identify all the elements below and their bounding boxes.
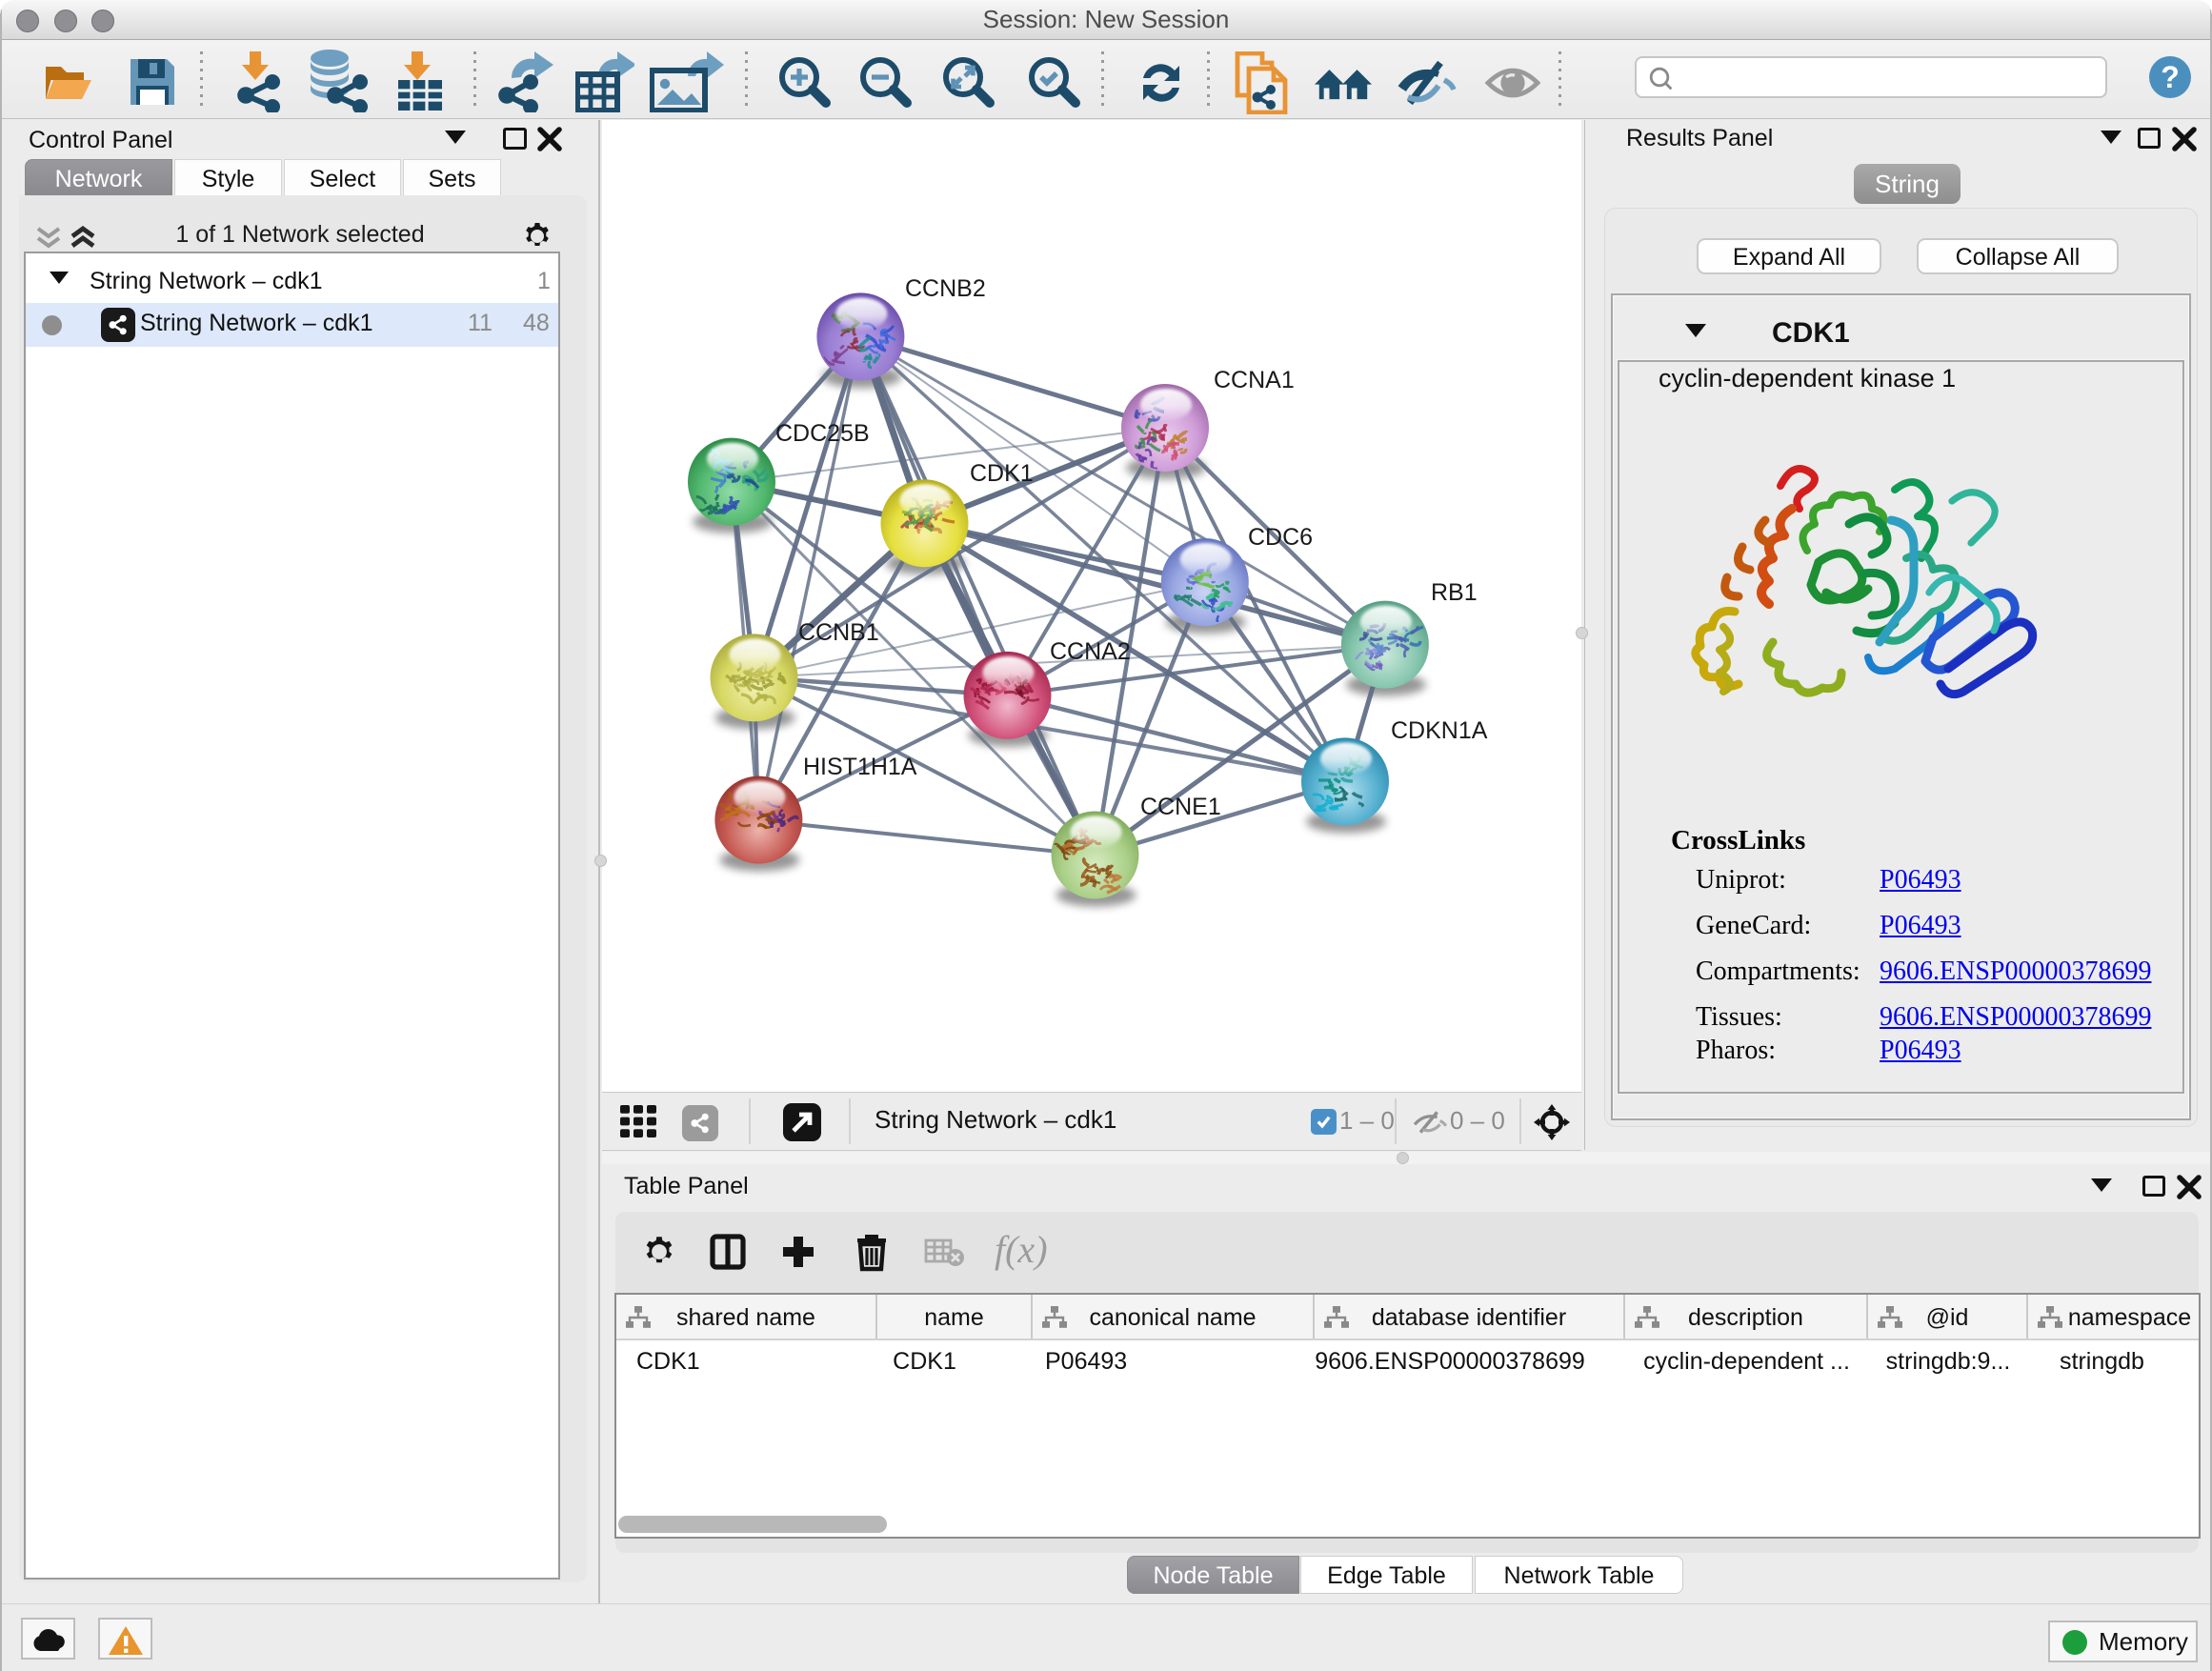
svg-text:RB1: RB1 [1431,579,1478,606]
svg-text:HIST1H1A: HIST1H1A [803,754,917,780]
svg-text:CDC25B: CDC25B [775,420,870,447]
svg-text:CDC6: CDC6 [1248,524,1313,551]
svg-text:CCNE1: CCNE1 [1140,794,1221,820]
svg-text:CDK1: CDK1 [970,460,1034,487]
svg-text:CCNA1: CCNA1 [1214,367,1295,393]
svg-text:CCNB2: CCNB2 [905,275,986,302]
svg-text:CCNA2: CCNA2 [1050,638,1131,665]
svg-text:?: ? [2161,60,2180,94]
svg-text:CCNB1: CCNB1 [798,619,879,646]
svg-text:CDKN1A: CDKN1A [1391,717,1488,744]
